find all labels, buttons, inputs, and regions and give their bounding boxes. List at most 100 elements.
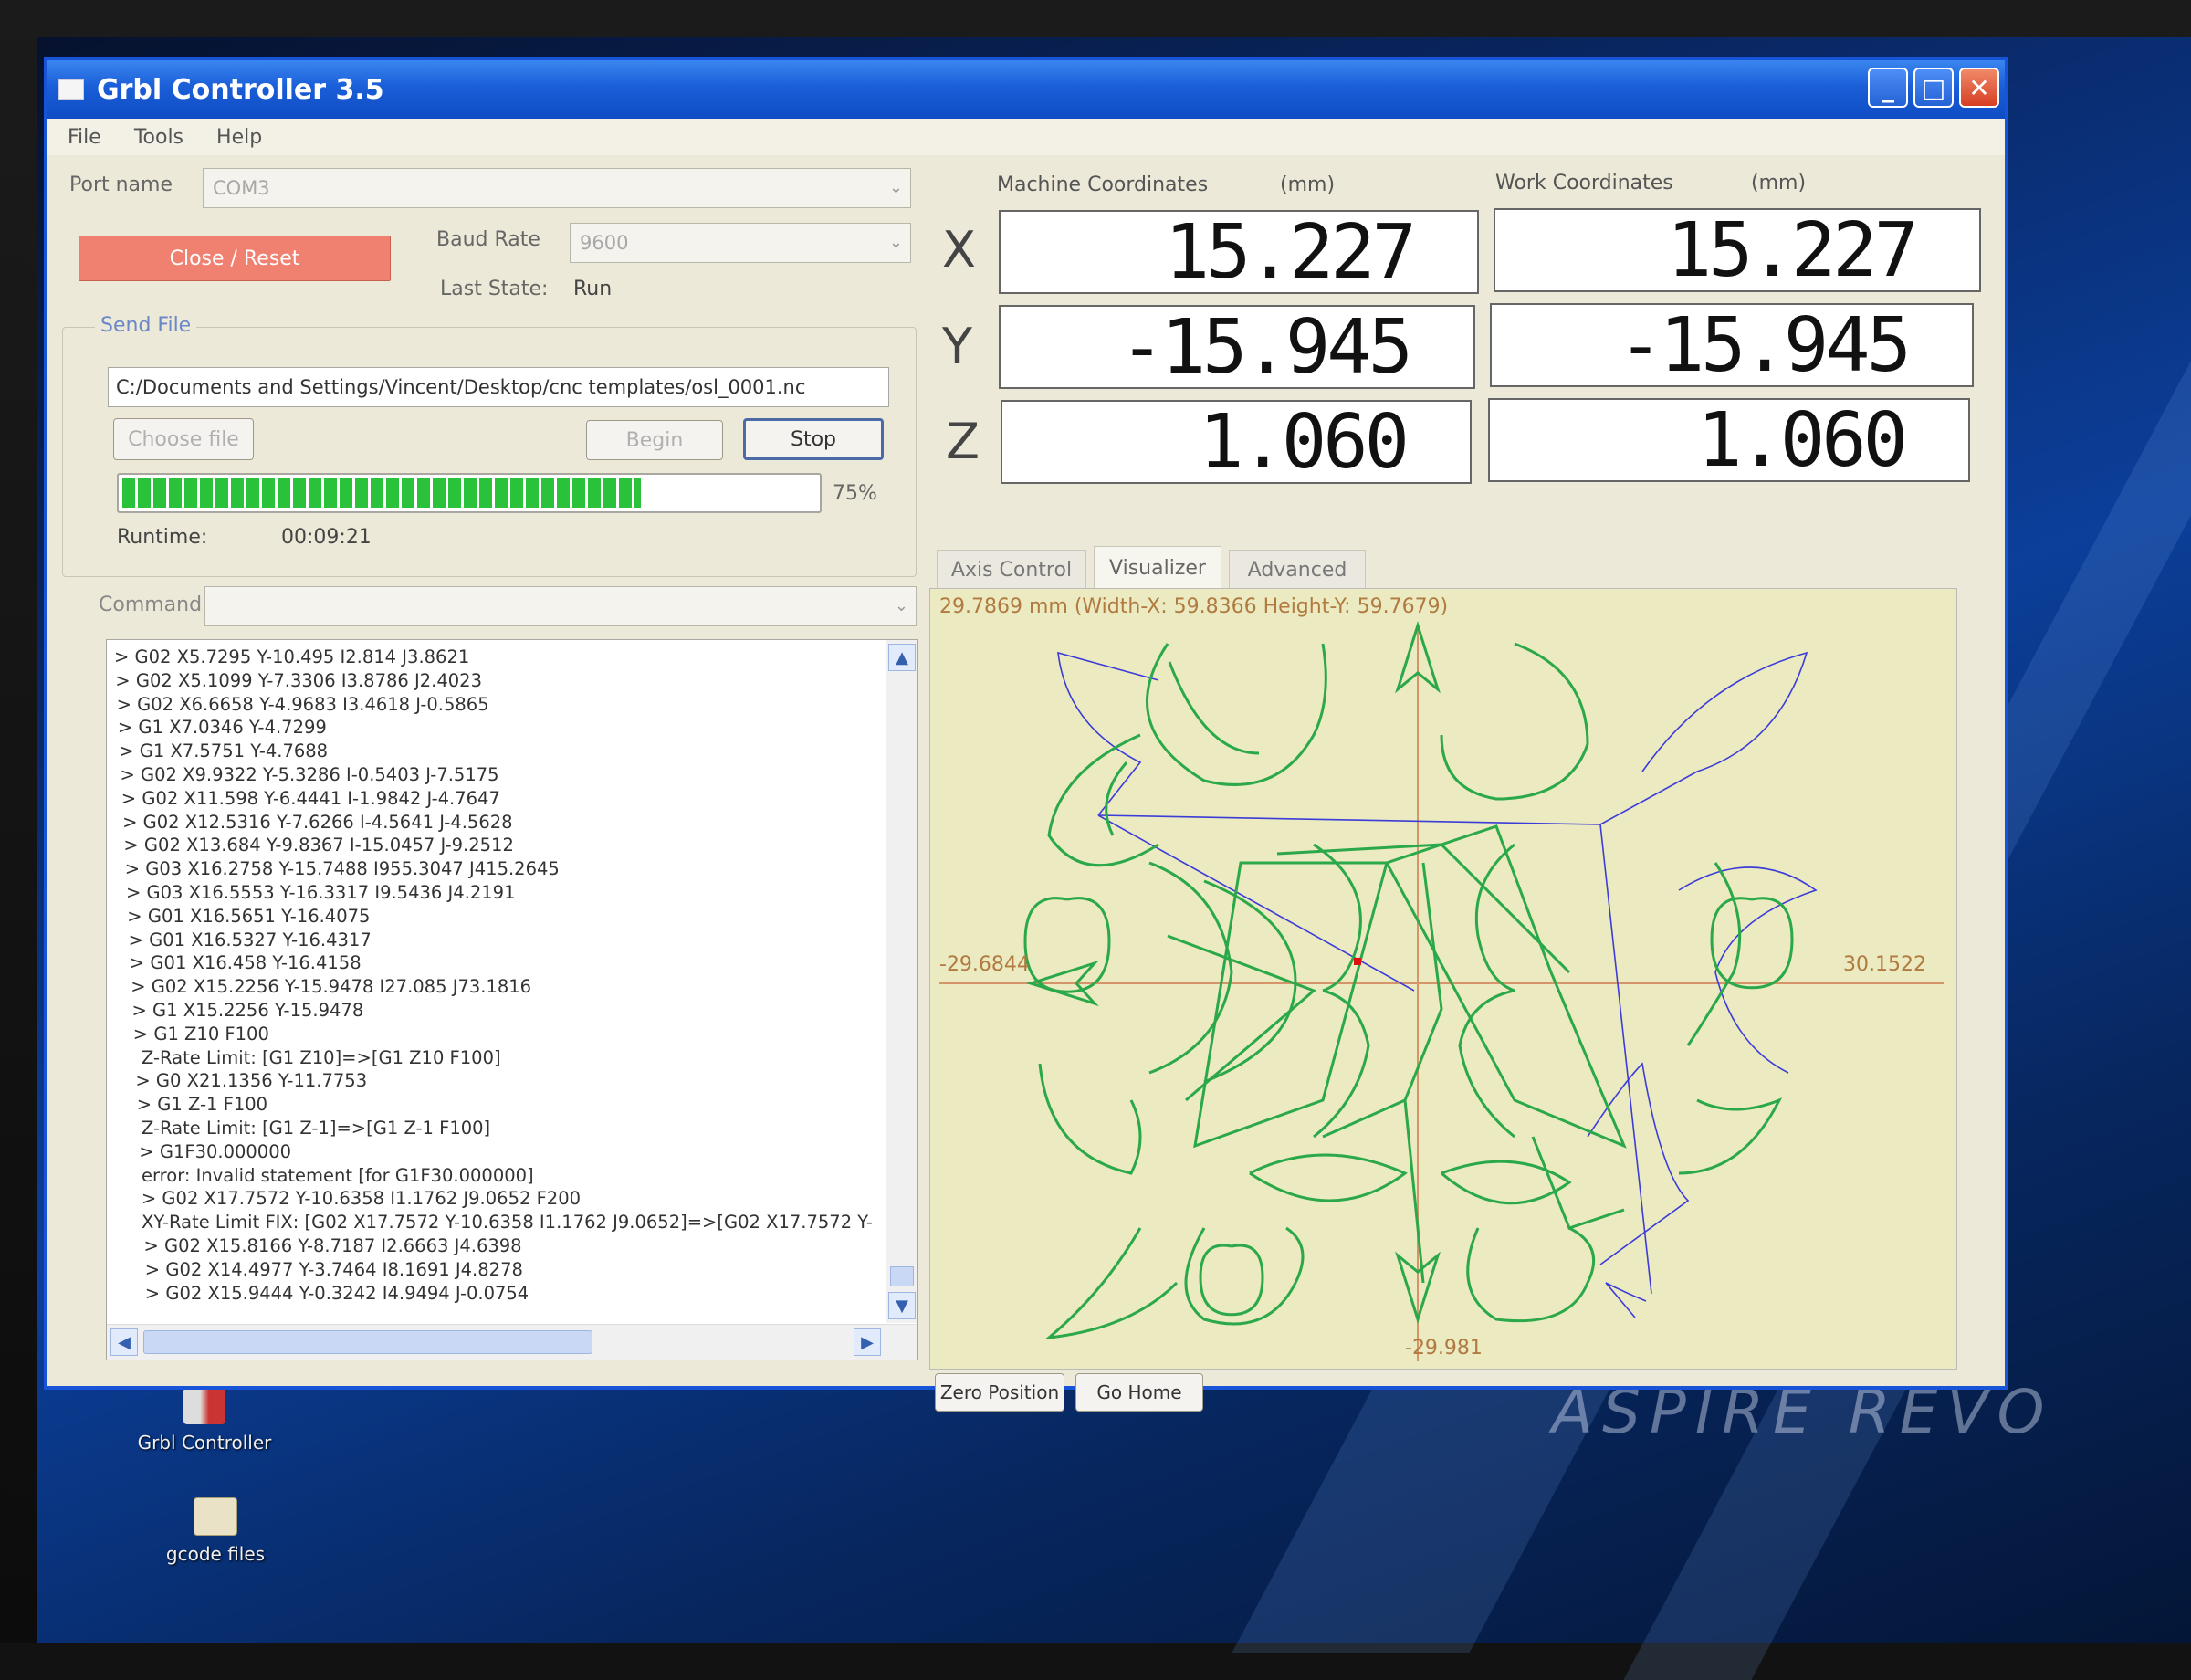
- console-line: > G01 X16.458 Y-16.4158: [129, 952, 362, 974]
- console-line: XY-Rate Limit FIX: [G02 X17.7572 Y-10.63…: [142, 1212, 873, 1234]
- port-name-select[interactable]: COM3 ⌄: [203, 168, 911, 208]
- menu-bar: File Tools Help: [47, 119, 2005, 155]
- console-line: > G02 X12.5316 Y-7.6266 I-4.5641 J-4.562…: [122, 811, 513, 833]
- machine-coordinates-label: Machine Coordinates: [997, 173, 1209, 196]
- close-window-button[interactable]: ✕: [1959, 68, 1999, 108]
- chevron-down-icon: ⌄: [888, 233, 903, 252]
- begin-button[interactable]: Begin: [586, 420, 723, 460]
- go-home-button[interactable]: Go Home: [1075, 1373, 1203, 1412]
- console-log[interactable]: > G02 X5.7295 Y-10.495 I2.814 J3.8621 > G…: [106, 639, 918, 1360]
- grbl-controller-window: Grbl Controller 3.5 _ □ ✕ File Tools Hel…: [44, 57, 2008, 1412]
- scroll-up-icon[interactable]: ▲: [888, 644, 916, 671]
- menu-file[interactable]: File: [68, 126, 101, 149]
- machine-y-display: -15.945: [999, 304, 1475, 391]
- command-input[interactable]: ⌄: [204, 586, 917, 626]
- axis-label-z: Z: [946, 413, 980, 470]
- runtime-label: Runtime:: [117, 526, 208, 549]
- x-max-label: 30.1522: [1843, 953, 1926, 976]
- console-line: > G03 X16.2758 Y-15.7488 I955.3047 J415.…: [124, 858, 560, 880]
- console-line: > G1 Z-1 F100: [136, 1094, 268, 1116]
- console-line: > G0 X21.1356 Y-11.7753: [135, 1070, 368, 1092]
- work-y-display: -15.945: [1490, 302, 1974, 389]
- console-line: > G02 X5.7295 Y-10.495 I2.814 J3.8621: [114, 646, 470, 667]
- work-z-display: 1.060: [1488, 397, 1970, 484]
- chevron-down-icon: ⌄: [894, 596, 908, 615]
- app-icon: [58, 79, 84, 100]
- console-line: > G01 X16.5651 Y-16.4075: [127, 905, 371, 927]
- toolpath-visualizer[interactable]: 29.7869 mm (Width-X: 59.8366 Height-Y: 5…: [929, 588, 1957, 1370]
- vertical-scroll-thumb[interactable]: [890, 1266, 914, 1286]
- tool-position-marker: [1354, 958, 1361, 965]
- tab-axis-control[interactable]: Axis Control: [937, 550, 1086, 590]
- last-state-value: Run: [573, 278, 613, 300]
- work-coordinates-label: Work Coordinates: [1495, 172, 1673, 194]
- file-path-field[interactable]: C:/Documents and Settings/Vincent/Deskto…: [108, 367, 889, 407]
- vertical-scrollbar[interactable]: ▲ ▼: [886, 640, 917, 1323]
- last-state-label: Last State:: [440, 278, 549, 300]
- maximize-button[interactable]: □: [1913, 68, 1954, 108]
- grbl-app-icon: [183, 1388, 225, 1424]
- console-line: Z-Rate Limit: [G1 Z10]=>[G1 Z10 F100]: [142, 1046, 501, 1068]
- tab-advanced[interactable]: Advanced: [1229, 550, 1366, 590]
- desktop-icon-label: Grbl Controller: [137, 1432, 272, 1454]
- port-name-value: COM3: [213, 177, 270, 199]
- console-line: error: Invalid statement [for G1F30.0000…: [142, 1164, 534, 1186]
- console-line: > G03 X16.5553 Y-16.3317 I9.5436 J4.2191: [126, 881, 516, 903]
- console-line: > G02 X14.4977 Y-3.7464 I8.1691 J4.8278: [144, 1258, 523, 1280]
- console-line: > G02 X17.7572 Y-10.6358 I1.1762 J9.0652…: [141, 1188, 582, 1210]
- horizontal-scroll-thumb[interactable]: [143, 1330, 592, 1354]
- minimize-button[interactable]: _: [1868, 68, 1908, 108]
- axis-label-y: Y: [942, 318, 972, 375]
- machine-z-display: 1.060: [1001, 399, 1472, 486]
- console-line: Z-Rate Limit: [G1 Z-1]=>[G1 Z-1 F100]: [142, 1117, 491, 1139]
- horizontal-scrollbar[interactable]: ◀ ▶: [107, 1324, 917, 1360]
- console-line: > G02 X15.8166 Y-8.7187 I2.6663 J4.6398: [143, 1234, 522, 1256]
- console-line: > G02 X15.9444 Y-0.3242 I4.9494 J-0.0754: [144, 1282, 529, 1304]
- send-file-label: Send File: [95, 314, 197, 337]
- zero-position-button[interactable]: Zero Position: [935, 1373, 1064, 1412]
- y-min-label: -29.981: [1405, 1337, 1483, 1360]
- desktop-icon-gcode-files[interactable]: gcode files: [124, 1497, 307, 1565]
- baud-rate-select[interactable]: 9600 ⌄: [570, 223, 911, 263]
- console-line: > G02 X13.684 Y-9.8367 I-15.0457 J-9.251…: [123, 835, 514, 856]
- folder-icon: [194, 1497, 237, 1536]
- console-line: > G02 X15.2256 Y-15.9478 I27.085 J73.181…: [131, 976, 532, 998]
- progress-bar: [117, 473, 822, 513]
- stop-button[interactable]: Stop: [743, 418, 884, 460]
- machine-unit-label: (mm): [1280, 173, 1336, 196]
- runtime-value: 00:09:21: [281, 526, 372, 549]
- console-line: > G02 X9.9322 Y-5.3286 I-0.5403 J-7.5175: [120, 763, 499, 785]
- tab-visualizer[interactable]: Visualizer: [1094, 546, 1221, 590]
- command-label: Command: [99, 593, 203, 616]
- console-line: > G1 X7.0346 Y-4.7299: [117, 717, 327, 739]
- baud-rate-value: 9600: [580, 232, 629, 254]
- close-reset-button[interactable]: Close / Reset: [79, 236, 391, 281]
- scroll-down-icon[interactable]: ▼: [888, 1292, 916, 1319]
- chevron-down-icon: ⌄: [888, 178, 903, 197]
- window-title: Grbl Controller 3.5: [97, 73, 384, 106]
- choose-file-button[interactable]: Choose file: [113, 418, 254, 460]
- menu-tools[interactable]: Tools: [134, 126, 183, 149]
- progress-percent-label: 75%: [833, 482, 877, 505]
- x-min-label: -29.6844: [939, 953, 1030, 976]
- scroll-left-icon[interactable]: ◀: [110, 1328, 138, 1356]
- work-unit-label: (mm): [1751, 172, 1807, 194]
- scroll-right-icon[interactable]: ▶: [854, 1328, 881, 1356]
- console-line: > G1 X15.2256 Y-15.9478: [131, 999, 364, 1021]
- visualizer-header: 29.7869 mm (Width-X: 59.8366 Height-Y: 5…: [939, 595, 1448, 618]
- machine-x-display: 15.227: [999, 209, 1479, 296]
- desktop-icon-grbl-controller[interactable]: Grbl Controller: [113, 1388, 296, 1454]
- console-line: > G02 X11.598 Y-6.4441 I-1.9842 J-4.7647: [121, 787, 500, 809]
- baud-rate-label: Baud Rate: [436, 228, 540, 251]
- desktop-icon-label: gcode files: [165, 1543, 266, 1565]
- title-bar[interactable]: Grbl Controller 3.5 _ □ ✕: [47, 60, 2005, 119]
- console-line: > G02 X6.6658 Y-4.9683 I3.4618 J-0.5865: [116, 693, 489, 715]
- port-name-label: Port name: [69, 173, 173, 196]
- menu-help[interactable]: Help: [216, 126, 262, 149]
- console-line: > G1 Z10 F100: [132, 1023, 269, 1045]
- console-line: > G1F30.000000: [139, 1140, 292, 1162]
- console-line: > G02 X5.1099 Y-7.3306 I3.8786 J2.4023: [115, 669, 482, 691]
- console-line: > G01 X16.5327 Y-16.4317: [128, 929, 372, 950]
- console-line: > G1 X7.5751 Y-4.7688: [119, 740, 329, 762]
- axis-label-x: X: [942, 221, 976, 278]
